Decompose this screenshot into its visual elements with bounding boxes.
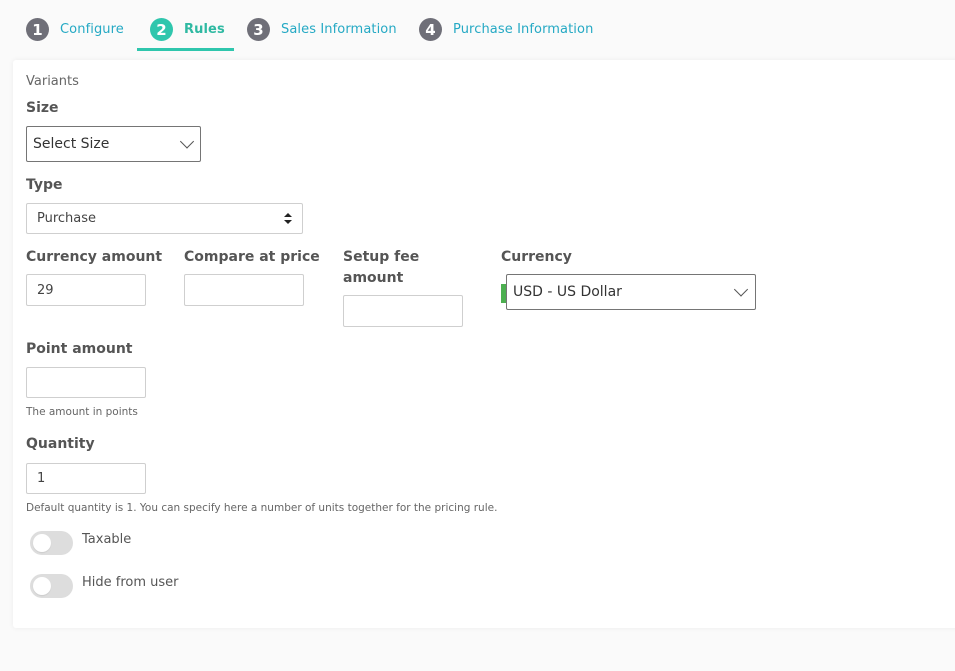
step-number-2: 2	[150, 18, 173, 41]
point-amount-input[interactable]	[26, 367, 146, 398]
currency-select[interactable]: USD - US Dollar	[506, 274, 756, 310]
step-label-configure: Configure	[60, 22, 124, 37]
active-step-indicator	[137, 48, 234, 51]
point-amount-help: The amount in points	[26, 406, 138, 418]
wizard-steps: 1 Configure 2 Rules 3 Sales Information …	[0, 0, 955, 54]
step-number-4: 4	[419, 18, 442, 41]
currency-amount-label: Currency amount	[26, 249, 163, 265]
size-select[interactable]: Select Size	[26, 126, 201, 162]
quantity-label: Quantity	[26, 436, 95, 452]
type-select[interactable]: Purchase	[26, 203, 303, 234]
hide-from-user-toggle[interactable]	[30, 574, 73, 598]
step-label-sales-information: Sales Information	[281, 22, 397, 37]
type-select-value: Purchase	[37, 211, 97, 226]
point-amount-label: Point amount	[26, 341, 133, 357]
taxable-toggle[interactable]	[30, 531, 73, 555]
toggle-knob	[33, 577, 51, 595]
step-configure[interactable]: 1 Configure	[26, 18, 124, 50]
toggle-knob	[33, 534, 51, 552]
rules-form-card: Variants Size Select Size Type Purchase …	[13, 60, 955, 628]
step-purchase-information[interactable]: 4 Purchase Information	[419, 18, 593, 50]
quantity-help: Default quantity is 1. You can specify h…	[26, 502, 498, 514]
compare-at-price-input[interactable]	[184, 274, 304, 306]
setup-fee-input[interactable]	[343, 295, 463, 327]
size-select-value: Select Size	[33, 136, 110, 152]
quantity-input[interactable]	[26, 463, 146, 494]
step-sales-information[interactable]: 3 Sales Information	[247, 18, 397, 50]
step-rules[interactable]: 2 Rules	[150, 18, 225, 50]
select-arrows-icon	[284, 213, 292, 225]
type-label: Type	[26, 177, 63, 193]
setup-fee-label-line1: Setup fee	[343, 249, 420, 265]
currency-label: Currency	[501, 249, 572, 265]
size-label: Size	[26, 100, 59, 116]
chevron-down-icon	[733, 282, 749, 297]
chevron-down-icon	[179, 134, 195, 149]
step-number-1: 1	[26, 18, 49, 41]
step-number-3: 3	[247, 18, 270, 41]
step-label-purchase-information: Purchase Information	[453, 22, 594, 37]
step-label-rules: Rules	[184, 22, 225, 37]
currency-select-value: USD - US Dollar	[513, 284, 622, 300]
taxable-label: Taxable	[82, 532, 132, 547]
hide-from-user-label: Hide from user	[82, 575, 179, 590]
section-label-variants: Variants	[26, 74, 79, 89]
compare-at-price-label: Compare at price	[184, 249, 320, 265]
setup-fee-label: Setup fee amount	[343, 247, 419, 289]
currency-amount-input[interactable]	[26, 274, 146, 306]
setup-fee-label-line2: amount	[343, 270, 404, 286]
